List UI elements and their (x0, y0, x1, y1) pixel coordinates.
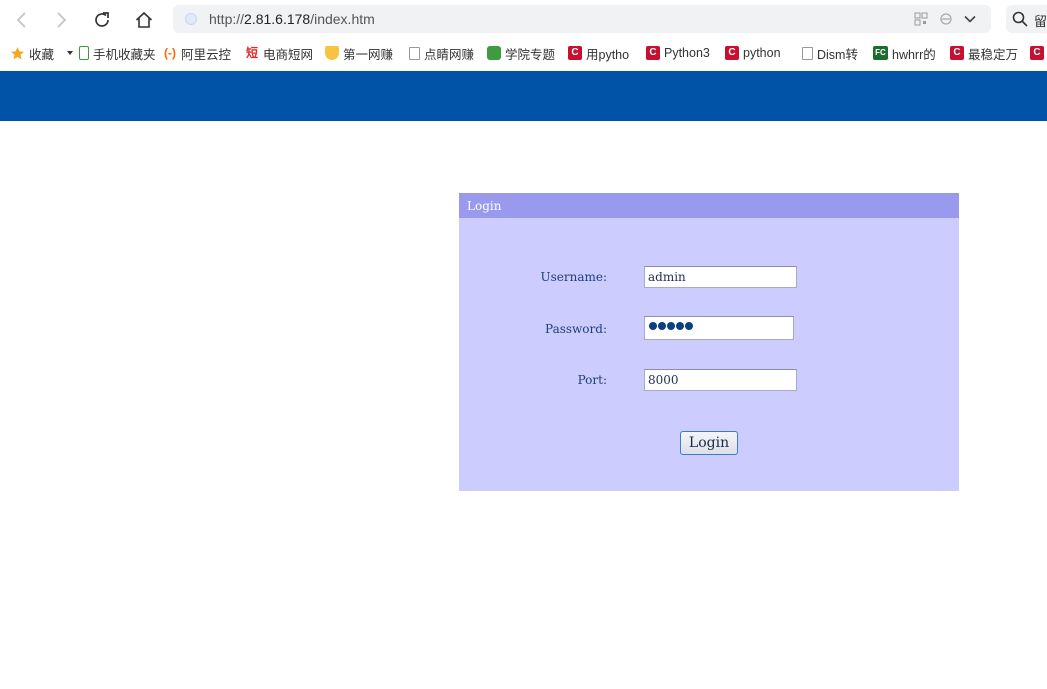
chevron-left-icon (16, 12, 26, 28)
fc-icon: FC (873, 46, 888, 60)
bookmark-item[interactable]: python (725, 44, 781, 62)
trophy-icon (325, 46, 339, 60)
chevron-right-icon (57, 12, 67, 28)
bookmark-item[interactable]: 用pytho (568, 44, 629, 62)
ie-mode-icon[interactable] (939, 12, 953, 26)
csdn-icon (725, 46, 739, 60)
bookmark-item[interactable]: 第一网赚 (325, 44, 393, 62)
login-button[interactable]: Login (680, 431, 738, 455)
bookmark-favorites[interactable]: 收藏 (10, 44, 74, 62)
csdn-icon (1030, 46, 1044, 60)
short-link-icon: 短 (245, 46, 259, 60)
back-button[interactable] (8, 6, 36, 34)
site-info-icon[interactable] (185, 13, 197, 25)
port-label: Port: (577, 373, 607, 387)
search-box[interactable]: 留 (1006, 5, 1047, 33)
page-header-banner (0, 71, 1047, 121)
page-icon (802, 46, 813, 60)
qr-code-icon[interactable] (914, 12, 928, 26)
page-icon (409, 46, 420, 60)
password-label: Password: (545, 322, 607, 336)
csdn-icon (950, 46, 964, 60)
bookmark-item[interactable]: 点睛网赚 (409, 44, 474, 62)
home-button[interactable] (130, 6, 158, 34)
aliyun-icon: (-) (163, 46, 177, 60)
forward-button[interactable] (47, 6, 75, 34)
search-placeholder: 留 (1034, 14, 1047, 29)
bookmark-item[interactable]: Dism转 (802, 44, 858, 62)
login-title-bar: Login (459, 193, 959, 218)
bookmark-item[interactable]: 学院专题 (487, 44, 555, 62)
bookmark-item[interactable]: Python3 (646, 44, 710, 62)
username-input[interactable] (644, 266, 797, 288)
college-icon (487, 46, 501, 60)
csdn-icon (568, 46, 582, 60)
bookmark-item[interactable]: FC hwhrr的 (873, 44, 936, 62)
url-text[interactable]: http://2.81.6.178/index.htm (209, 11, 375, 27)
bookmark-overflow[interactable] (1030, 44, 1047, 62)
username-label: Username: (540, 270, 607, 284)
login-title: Login (467, 199, 502, 213)
port-input[interactable] (644, 369, 797, 391)
bookmark-item[interactable]: (-) 阿里云控 (163, 44, 231, 62)
bookmarks-bar: 收藏 手机收藏夹 (-) 阿里云控 短 电商短网 第一网赚 点睛网赚 学院专题 … (0, 38, 1047, 68)
bookmark-item[interactable]: 最稳定万 (950, 44, 1018, 62)
login-panel: Login Username: Password: Port: Login (459, 193, 959, 491)
star-icon (11, 46, 24, 59)
caret-down-icon (67, 51, 74, 55)
password-mask (649, 322, 693, 330)
search-icon (1012, 11, 1028, 27)
csdn-icon (646, 46, 660, 60)
reload-icon (95, 12, 109, 27)
address-bar[interactable]: http://2.81.6.178/index.htm (173, 5, 991, 33)
password-input[interactable] (644, 316, 794, 340)
phone-icon (79, 46, 89, 60)
chevron-down-icon[interactable] (963, 12, 977, 26)
bookmark-item[interactable]: 短 电商短网 (245, 44, 313, 62)
bookmark-item[interactable]: 手机收藏夹 (79, 44, 156, 62)
home-icon (135, 11, 153, 28)
reload-button[interactable] (88, 6, 116, 34)
browser-toolbar: http://2.81.6.178/index.htm 留 (0, 0, 1047, 38)
